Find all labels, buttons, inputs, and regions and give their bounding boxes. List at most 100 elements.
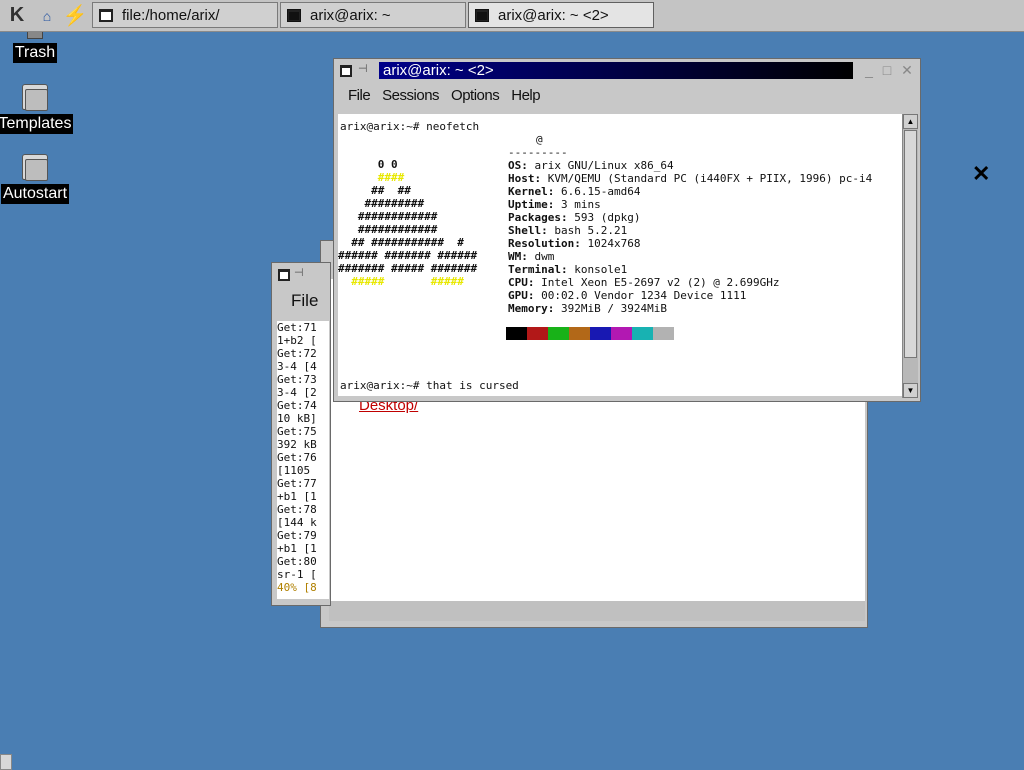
log-line: Get:80 xyxy=(277,555,317,568)
info-row: GPU: 00:02.0 Vendor 1234 Device 1111 xyxy=(508,289,746,302)
prompt-line: arix@arix:~# neofetch xyxy=(340,120,480,133)
menu-sessions[interactable]: Sessions xyxy=(382,87,439,104)
palette-swatch xyxy=(590,327,611,340)
log-line: Get:78 xyxy=(277,503,317,516)
task-terminal-2[interactable]: arix@arix: ~ <2> xyxy=(468,2,654,28)
logo-line: ############ xyxy=(338,223,438,236)
log-line: Get:73 xyxy=(277,373,317,386)
vertical-scrollbar[interactable]: ▲ ▼ xyxy=(902,114,918,398)
terminal-icon xyxy=(475,8,489,22)
desktop-icon-label: Templates xyxy=(0,114,74,134)
desktop-icon-label: Trash xyxy=(12,43,58,63)
palette-swatch xyxy=(653,327,674,340)
info-value: arix GNU/Linux x86_64 xyxy=(527,159,674,172)
palette-swatch xyxy=(632,327,653,340)
log-line: [1105 xyxy=(277,464,311,477)
log-line: Get:79 xyxy=(277,529,317,542)
logo-line: ###### ####### ###### xyxy=(338,249,478,262)
log-line: Get:77 xyxy=(277,477,317,490)
palette-swatch xyxy=(611,327,632,340)
close-x-icon: ✕ xyxy=(972,161,991,186)
info-row: Host: KVM/QEMU (Standard PC (i440FX + PI… xyxy=(508,172,872,185)
color-palette xyxy=(506,327,674,340)
menu-file[interactable]: File xyxy=(348,87,371,104)
log-line: Get:71 xyxy=(277,321,317,334)
info-key: GPU: xyxy=(508,289,535,302)
log-line: Get:76 xyxy=(277,451,317,464)
download-log-window[interactable]: ⊣ File Get:71 1+b2 [Get:72 3-4 [4 Get:73 3-4… xyxy=(271,262,331,606)
task-terminal-1[interactable]: arix@arix: ~ xyxy=(280,2,466,28)
info-key: Terminal: xyxy=(508,263,568,276)
logo-line: ############ xyxy=(338,210,438,223)
minimize-icon[interactable]: _ xyxy=(861,62,877,78)
konsole-window[interactable]: ⊣ arix@arix: ~ <2> _ □ ✕ File Sessions O… xyxy=(333,58,921,402)
menu-help[interactable]: Help xyxy=(511,87,540,104)
info-key: WM: xyxy=(508,250,528,263)
task-label: arix@arix: ~ xyxy=(310,6,391,24)
info-value: 593 (dpkg) xyxy=(567,211,641,224)
pin-icon[interactable]: ⊣ xyxy=(294,266,304,279)
desktop-icon-label: Autostart xyxy=(0,184,70,204)
info-row: CPU: Intel Xeon E5-2697 v2 (2) @ 2.699GH… xyxy=(508,276,780,289)
close-icon[interactable]: ✕ xyxy=(899,62,915,79)
separator: --------- xyxy=(508,146,568,159)
info-row: Kernel: 6.6.15-amd64 xyxy=(508,185,640,198)
window-menu-icon[interactable] xyxy=(278,269,290,281)
info-key: Host: xyxy=(508,172,542,185)
folder-icon xyxy=(22,80,48,111)
log-line: 3-4 [2 xyxy=(277,386,317,399)
info-key: CPU: xyxy=(508,276,535,289)
trash-icon xyxy=(27,32,43,39)
info-value: 392MiB / 3924MiB xyxy=(554,302,667,315)
terminal-output[interactable]: arix@arix:~# neofetch @ --------- 0 0 ##… xyxy=(338,114,902,396)
user-host: @ xyxy=(536,133,543,146)
log-line: 1+b2 [ xyxy=(277,334,317,347)
pin-icon[interactable]: ⊣ xyxy=(358,62,368,75)
log-line: +b1 [1 xyxy=(277,542,317,555)
log-line: Get:75 xyxy=(277,425,317,438)
window-title[interactable]: arix@arix: ~ <2> xyxy=(379,62,853,79)
maximize-icon[interactable]: □ xyxy=(879,62,895,78)
info-row: OS: arix GNU/Linux x86_64 xyxy=(508,159,674,172)
info-key: OS: xyxy=(508,159,528,172)
desktop-icon-trash[interactable]: Trash xyxy=(0,32,75,63)
log-line: 10 kB] xyxy=(277,412,317,425)
info-key: Memory: xyxy=(508,302,555,315)
info-row: Resolution: 1024x768 xyxy=(508,237,640,250)
scroll-down-icon[interactable]: ▼ xyxy=(903,383,918,398)
home-folder-icon[interactable]: ⌂ xyxy=(34,2,60,29)
info-key: Uptime: xyxy=(508,198,555,211)
log-line: Get:72 xyxy=(277,347,317,360)
log-line: Get:74 xyxy=(277,399,317,412)
info-row: Shell: bash 5.2.21 xyxy=(508,224,627,237)
menu-file[interactable]: File xyxy=(291,291,318,311)
logo-line: ## ########### # xyxy=(338,236,464,249)
kde-menu-icon[interactable]: K xyxy=(4,2,30,29)
log-line: sr-1 [ xyxy=(277,568,317,581)
info-value: 6.6.15-amd64 xyxy=(554,185,641,198)
info-row: Terminal: konsole1 xyxy=(508,263,627,276)
log-line: [144 k xyxy=(277,516,317,529)
info-row: Memory: 392MiB / 3924MiB xyxy=(508,302,667,315)
task-file-browser[interactable]: file:/home/arix/ xyxy=(92,2,278,28)
log-line: +b1 [1 xyxy=(277,490,317,503)
info-key: Packages: xyxy=(508,211,568,224)
info-key: Shell: xyxy=(508,224,548,237)
palette-swatch xyxy=(569,327,590,340)
scroll-thumb[interactable] xyxy=(904,130,917,358)
logo-line: 0 0 xyxy=(338,158,398,171)
menu-options[interactable]: Options xyxy=(451,87,500,104)
palette-swatch xyxy=(548,327,569,340)
info-value: 3 mins xyxy=(554,198,601,211)
window-menu-icon[interactable] xyxy=(340,65,352,77)
desktop-icon-autostart[interactable]: Autostart xyxy=(0,150,75,204)
taskbar: K ⌂ ⚡ file:/home/arix/ arix@arix: ~ arix… xyxy=(0,0,1024,32)
desktop-icon-templates[interactable]: Templates xyxy=(0,80,75,134)
run-command-icon[interactable]: ⚡ xyxy=(62,2,88,29)
folder-icon xyxy=(22,150,48,181)
info-value: dwm xyxy=(527,250,555,263)
info-row: WM: dwm xyxy=(508,250,554,263)
prompt-line: arix@arix:~# that is cursed xyxy=(340,379,519,392)
scroll-up-icon[interactable]: ▲ xyxy=(903,114,918,129)
log-line: 3-4 [4 xyxy=(277,360,317,373)
